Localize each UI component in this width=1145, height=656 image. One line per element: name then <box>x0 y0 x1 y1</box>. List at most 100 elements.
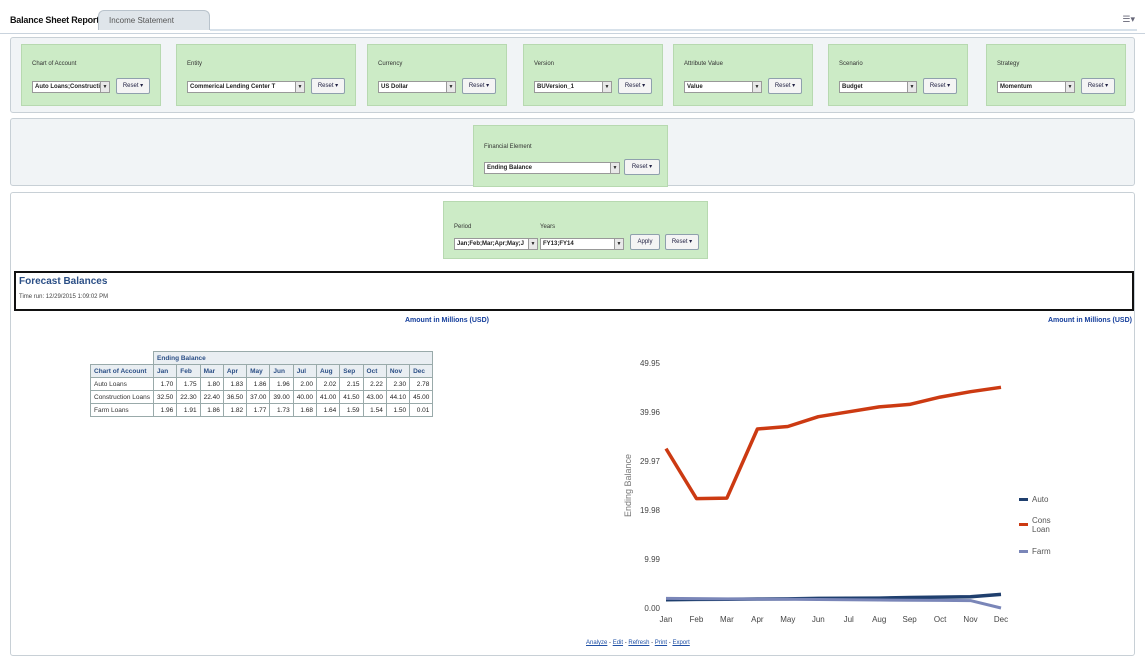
pivot-table: Ending Balance Chart of Account Jan Feb Mar A… <box>89 351 434 417</box>
prompt-reset-button[interactable]: Reset ▾ <box>768 78 802 94</box>
table-cell: 32.50 <box>153 390 178 404</box>
tab-balance-sheet-reports[interactable]: Balance Sheet Reports <box>0 10 114 30</box>
table-cell: 1.77 <box>246 403 271 417</box>
legend-label: Auto <box>1032 495 1049 504</box>
financial-element-select[interactable]: Ending Balance ▼ <box>484 162 620 174</box>
chevron-down-icon[interactable]: ▼ <box>752 82 761 92</box>
financial-element-reset-button[interactable]: Reset ▾ <box>624 159 660 175</box>
prompt-select[interactable]: Commerical Lending Center T ▼ <box>187 81 305 93</box>
prompt-reset-button[interactable]: Reset ▾ <box>1081 78 1115 94</box>
reset-button[interactable]: Reset ▾ <box>665 234 699 250</box>
row-label: Farm Loans <box>89 403 155 417</box>
analyze-link[interactable]: Analyze <box>586 640 607 646</box>
tab-income-statement-reports[interactable]: Income Statement Reports <box>98 10 210 45</box>
prompt-reset-button[interactable]: Reset ▾ <box>618 78 652 94</box>
financial-element-panel: Financial Element Ending Balance ▼ Reset… <box>10 118 1135 187</box>
y-tick-label: 29.97 <box>640 457 661 466</box>
prompt-5: Scenario Budget ▼ Reset ▾ <box>828 44 968 106</box>
table-cell: 1.68 <box>292 403 317 417</box>
prompt-select[interactable]: Value ▼ <box>684 81 762 93</box>
x-tick-label: Dec <box>994 615 1008 624</box>
x-tick-label: Jan <box>660 615 673 624</box>
chevron-down-icon[interactable]: ▼ <box>614 239 623 249</box>
month-header: Jul <box>292 364 317 378</box>
legend-swatch <box>1019 498 1028 501</box>
prompt-select[interactable]: BUVersion_1 ▼ <box>534 81 612 93</box>
prompt-select[interactable]: Auto Loans;Constructio ▼ <box>32 81 110 93</box>
table-cell: 1.86 <box>246 377 271 391</box>
chevron-down-icon[interactable]: ▼ <box>295 82 304 92</box>
prompt-3: Version BUVersion_1 ▼ Reset ▾ <box>523 44 663 106</box>
table-cell: 1.70 <box>153 377 178 391</box>
month-header: Oct <box>362 364 387 378</box>
y-tick-label: 19.98 <box>640 506 661 515</box>
prompt-label: Strategy <box>997 61 1020 67</box>
prompt-6: Strategy Momentum ▼ Reset ▾ <box>986 44 1126 106</box>
chevron-down-icon[interactable]: ▼ <box>100 82 109 92</box>
financial-element-prompt: Financial Element Ending Balance ▼ Reset… <box>473 125 668 187</box>
table-row: Construction Loans 32.50 22.30 22.40 36.50 37… <box>89 390 434 404</box>
series-line-cons-loan <box>664 385 1002 501</box>
chevron-down-icon[interactable]: ▼ <box>907 82 916 92</box>
refresh-link[interactable]: Refresh <box>628 640 649 646</box>
report-panel: Period Jan;Feb;Mar;Apr;May;J ▼ Years FY1… <box>10 192 1135 656</box>
month-header: Feb <box>176 364 201 378</box>
page-options-icon[interactable]: ☰▾ <box>1122 14 1135 25</box>
table-cell: 1.75 <box>176 377 201 391</box>
prompt-select[interactable]: US Dollar ▼ <box>378 81 456 93</box>
table-cell: 2.15 <box>339 377 364 391</box>
prompt-value: US Dollar <box>381 84 409 90</box>
table-cell: 2.78 <box>409 377 434 391</box>
month-header: Nov <box>385 364 411 378</box>
financial-element-label: Financial Element <box>484 144 532 150</box>
years-label: Years <box>540 224 556 230</box>
y-tick-label: 39.96 <box>640 408 661 417</box>
print-link[interactable]: Print <box>655 640 667 646</box>
y-tick-label: 49.95 <box>640 359 661 368</box>
series-line-farm <box>665 596 1002 610</box>
chevron-down-icon[interactable]: ▼ <box>1065 82 1074 92</box>
chevron-down-icon[interactable]: ▼ <box>602 82 611 92</box>
edit-link[interactable]: Edit <box>613 640 623 646</box>
prompt-reset-button[interactable]: Reset ▾ <box>116 78 150 94</box>
chevron-down-icon[interactable]: ▼ <box>610 163 619 173</box>
prompt-select[interactable]: Momentum ▼ <box>997 81 1075 93</box>
prompt-label: Chart of Account <box>32 61 77 67</box>
prompt-reset-button[interactable]: Reset ▾ <box>923 78 957 94</box>
table-cell: 36.50 <box>222 390 248 404</box>
chevron-down-icon[interactable]: ▼ <box>528 239 537 249</box>
table-cell: 1.96 <box>153 403 178 417</box>
apply-button[interactable]: Apply <box>630 234 660 250</box>
row-label: Auto Loans <box>89 377 155 391</box>
table-cell: 1.64 <box>315 403 341 417</box>
table-cell: 2.02 <box>315 377 341 391</box>
legend-label: Cons <box>1032 516 1051 525</box>
table-cell: 1.80 <box>199 377 224 391</box>
legend-label: Farm <box>1032 547 1051 556</box>
legend-swatch <box>1019 523 1028 526</box>
years-select[interactable]: FY13;FY14 ▼ <box>540 238 624 250</box>
table-cell: 1.83 <box>222 377 248 391</box>
prompt-select[interactable]: Budget ▼ <box>839 81 917 93</box>
prompt-label: Currency <box>378 61 403 67</box>
table-cell: 2.22 <box>362 377 387 391</box>
prompt-reset-button[interactable]: Reset ▾ <box>311 78 345 94</box>
table-cell: 41.50 <box>339 390 364 404</box>
period-select[interactable]: Jan;Feb;Mar;Apr;May;J ▼ <box>454 238 538 250</box>
table-cell: 22.40 <box>199 390 224 404</box>
y-tick-label: 9.99 <box>644 555 660 564</box>
period-label: Period <box>454 224 472 230</box>
x-tick-label: Sep <box>903 615 918 624</box>
x-tick-label: Jun <box>812 615 825 624</box>
units-label-chart: Amount in Millions (USD) <box>1048 317 1132 324</box>
row-header: Chart of Account <box>89 364 155 378</box>
prompt-reset-button[interactable]: Reset ▾ <box>462 78 496 94</box>
legend-swatch <box>1019 550 1028 553</box>
table-cell: 1.82 <box>222 403 248 417</box>
table-cell: 39.00 <box>269 390 294 404</box>
export-link[interactable]: Export <box>672 640 689 646</box>
chevron-down-icon[interactable]: ▼ <box>446 82 455 92</box>
month-header: May <box>246 364 271 378</box>
month-header: Mar <box>199 364 224 378</box>
tab-divider <box>210 29 1137 31</box>
